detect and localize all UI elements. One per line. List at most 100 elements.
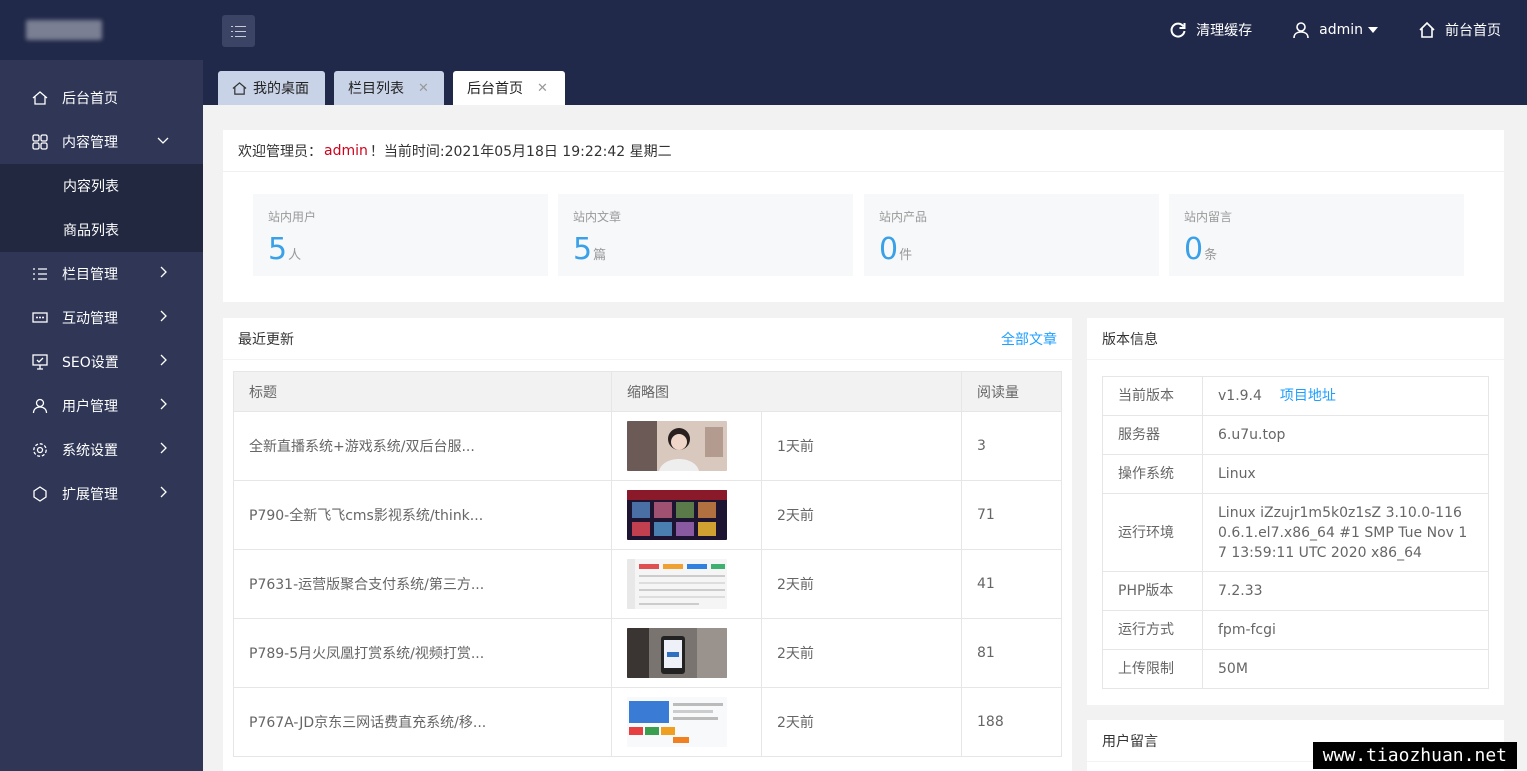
- stat-value: 0件: [879, 232, 912, 267]
- watermark: www.tiaozhuan.net: [1312, 742, 1517, 769]
- seo-icon: [32, 354, 48, 370]
- chat-icon: [32, 312, 48, 323]
- info-key: 上传限制: [1102, 649, 1203, 689]
- stat-number: 0: [879, 232, 899, 267]
- article-thumbnail[interactable]: [627, 697, 727, 747]
- sidebar-item-dashboard[interactable]: 后台首页: [0, 76, 203, 120]
- top-header: 清理缓存 admin 前台首页: [0, 0, 1527, 60]
- article-title[interactable]: P7631-运营版聚合支付系统/第三方...: [233, 549, 612, 619]
- version-info-header: 版本信息: [1087, 318, 1504, 360]
- stat-value: 5篇: [573, 232, 606, 267]
- close-icon[interactable]: ✕: [418, 81, 429, 96]
- sidebar-subitem-content-list[interactable]: 内容列表: [0, 164, 203, 208]
- tab-dashboard[interactable]: 后台首页 ✕: [453, 71, 565, 105]
- info-key: 操作系统: [1102, 454, 1203, 494]
- info-key: 运行环境: [1102, 493, 1203, 572]
- info-key: PHP版本: [1102, 571, 1203, 611]
- gear-icon: [33, 443, 47, 457]
- stat-number: 5: [573, 232, 593, 267]
- column-header-views: 阅读量: [961, 371, 1062, 412]
- stat-number: 0: [1184, 232, 1204, 267]
- clear-cache-button[interactable]: 清理缓存: [1169, 20, 1252, 40]
- article-title[interactable]: P789-5月火凤凰打赏系统/视频打赏...: [233, 618, 612, 688]
- user-messages-title: 用户留言: [1102, 733, 1158, 750]
- stat-users[interactable]: 站内用户 5人: [253, 194, 548, 276]
- tab-bar: 我的桌面 栏目列表 ✕ 后台首页 ✕: [203, 60, 1527, 105]
- chevron-right-icon: [160, 486, 167, 498]
- all-articles-link[interactable]: 全部文章: [1001, 329, 1057, 349]
- sidebar-subitem-product-list[interactable]: 商品列表: [0, 208, 203, 252]
- article-thumbnail[interactable]: [627, 628, 727, 678]
- version-info-card: 版本信息 当前版本 v1.9.4 项目地址 服务器 6.u7u.top 操作系统 …: [1087, 318, 1504, 705]
- sidebar-item-users[interactable]: 用户管理: [0, 384, 203, 428]
- sidebar-item-columns[interactable]: 栏目管理: [0, 252, 203, 296]
- sidebar-item-seo[interactable]: SEO设置: [0, 340, 203, 384]
- article-time: 1天前: [761, 411, 962, 481]
- tab-column-list[interactable]: 栏目列表 ✕: [334, 71, 444, 105]
- stat-unit: 条: [1204, 248, 1218, 263]
- article-time: 2天前: [761, 618, 962, 688]
- table-row[interactable]: P767A-JD京东三网话费直充系统/移... 2天前 188: [233, 687, 1062, 757]
- version-number: v1.9.4: [1218, 388, 1262, 404]
- sidebar-item-extensions[interactable]: 扩展管理: [0, 472, 203, 516]
- stat-label: 站内文章: [573, 210, 622, 224]
- stat-value: 0条: [1184, 232, 1217, 267]
- info-key: 当前版本: [1102, 376, 1203, 416]
- refresh-icon: [1170, 22, 1186, 38]
- info-value: v1.9.4 项目地址: [1202, 376, 1489, 416]
- sidebar-item-label: 扩展管理: [62, 487, 118, 503]
- table-row[interactable]: P790-全新飞飞cms影视系统/think... 2天前 71: [233, 480, 1062, 550]
- user-menu[interactable]: admin: [1292, 21, 1378, 39]
- article-title[interactable]: 全新直播系统+游戏系统/双后台服...: [233, 411, 612, 481]
- chevron-right-icon: [160, 398, 167, 410]
- table-row[interactable]: P7631-运营版聚合支付系统/第三方... 2天前 41: [233, 549, 1062, 619]
- menu-toggle-button[interactable]: [222, 15, 255, 47]
- close-icon[interactable]: ✕: [537, 81, 548, 96]
- stat-products[interactable]: 站内产品 0件: [864, 194, 1159, 276]
- front-home-link[interactable]: 前台首页: [1418, 20, 1501, 40]
- table-row: 运行方式 fpm-fcgi: [1102, 610, 1489, 650]
- extension-icon: [33, 486, 47, 502]
- chevron-right-icon: [160, 354, 167, 366]
- info-value: Linux: [1202, 454, 1489, 494]
- user-icon: [1293, 22, 1309, 39]
- welcome-time: ！当前时间:2021年05月18日 19:22:42 星期二: [369, 143, 672, 160]
- info-key: 服务器: [1102, 415, 1203, 455]
- article-views: 41: [961, 549, 1062, 619]
- welcome-prefix: 欢迎管理员：: [238, 143, 322, 160]
- clear-cache-label: 清理缓存: [1196, 23, 1253, 39]
- table-row[interactable]: 全新直播系统+游戏系统/双后台服... 1天前 3: [233, 411, 1062, 481]
- table-row[interactable]: P789-5月火凤凰打赏系统/视频打赏... 2天前 81: [233, 618, 1062, 688]
- project-link[interactable]: 项目地址: [1280, 388, 1336, 404]
- sidebar-item-content[interactable]: 内容管理: [0, 120, 203, 164]
- article-thumbnail[interactable]: [627, 559, 727, 609]
- article-time: 2天前: [761, 687, 962, 757]
- home-icon: [32, 91, 48, 105]
- home-icon: [232, 81, 247, 95]
- column-header-thumbnail: 缩略图: [611, 371, 962, 412]
- table-row: 操作系统 Linux: [1102, 454, 1489, 494]
- chevron-right-icon: [160, 310, 167, 322]
- thumbnail-cell: [611, 411, 762, 481]
- article-title[interactable]: P767A-JD京东三网话费直充系统/移...: [233, 687, 612, 757]
- sidebar: 后台首页 内容管理 内容列表 商品列表 栏目管理 互动管理 SEO设置 用户管理…: [0, 60, 203, 771]
- stat-articles[interactable]: 站内文章 5篇: [558, 194, 853, 276]
- sidebar-item-label: 互动管理: [62, 311, 118, 327]
- tab-my-desktop[interactable]: 我的桌面: [218, 71, 325, 105]
- version-info-table: 当前版本 v1.9.4 项目地址 服务器 6.u7u.top 操作系统 Linux…: [1102, 376, 1489, 689]
- recent-updates-card: 最近更新 全部文章 标题 缩略图 阅读量 全新直播系统+游戏系统/双后台服...…: [223, 318, 1072, 771]
- recent-updates-title: 最近更新: [238, 331, 294, 348]
- article-thumbnail[interactable]: [627, 490, 727, 540]
- chevron-right-icon: [160, 442, 167, 454]
- info-value: 50M: [1202, 649, 1489, 689]
- logo[interactable]: [26, 20, 102, 40]
- article-views: 81: [961, 618, 1062, 688]
- sidebar-item-system[interactable]: 系统设置: [0, 428, 203, 472]
- sidebar-item-label: SEO设置: [62, 355, 119, 371]
- stat-unit: 篇: [593, 248, 607, 263]
- article-thumbnail[interactable]: [627, 421, 727, 471]
- stat-messages[interactable]: 站内留言 0条: [1169, 194, 1464, 276]
- stat-value: 5人: [268, 232, 301, 267]
- sidebar-item-interaction[interactable]: 互动管理: [0, 296, 203, 340]
- article-title[interactable]: P790-全新飞飞cms影视系统/think...: [233, 480, 612, 550]
